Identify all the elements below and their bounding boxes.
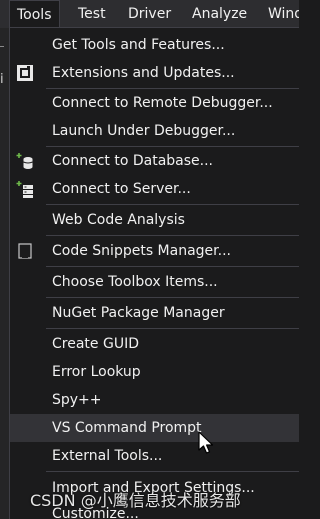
menu-item-label: VS Command Prompt [52,420,202,436]
menu-item-label: Create GUID [52,336,139,352]
mouse-pointer-icon [198,431,214,454]
menu-item-label: Connect to Database... [52,153,213,169]
menu-item-error-lookup[interactable]: Error Lookup [10,358,299,386]
menu-item-label: Code Snippets Manager... [52,243,231,259]
menu-tools[interactable]: Tools [9,0,60,28]
menu-item-label: Launch Under Debugger... [52,123,236,139]
editor-marker [0,46,4,47]
menu-item-label: Error Lookup [52,364,141,380]
menu-separator [46,204,299,205]
menu-item-label: Extensions and Updates... [52,65,235,81]
menu-item-label: Web Code Analysis [52,212,185,228]
menu-item-label: NuGet Package Manager [52,305,225,321]
extensions-icon [17,65,33,81]
menu-item-launch-debugger[interactable]: Launch Under Debugger... [10,117,299,145]
menu-item-label: Connect to Server... [52,181,191,197]
menu-window[interactable]: Windo [268,0,299,28]
menu-item-extensions[interactable]: Extensions and Updates... [10,59,299,87]
menu-separator [46,235,299,236]
server-connect-icon [16,181,33,198]
menu-item-label: Connect to Remote Debugger... [52,95,273,111]
menu-item-connect-database[interactable]: Connect to Database... [10,147,299,175]
csdn-watermark: CSDN @小鹰信息技术服务部 [30,491,241,510]
menu-separator [46,471,299,472]
snippets-icon [18,243,32,259]
menu-item-label: Spy++ [52,392,102,408]
editor-fragment-text: i [0,72,4,87]
menu-separator [46,297,299,298]
menu-item-label: External Tools... [52,448,163,464]
menu-item-connect-server[interactable]: Connect to Server... [10,175,299,203]
menu-item-get-tools[interactable]: Get Tools and Features... [10,31,299,59]
menu-item-label: Choose Toolbox Items... [52,274,218,290]
menu-item-choose-toolbox[interactable]: Choose Toolbox Items... [10,268,299,296]
menu-separator [46,328,299,329]
menu-separator [46,266,299,267]
menu-driver[interactable]: Driver [128,0,171,28]
menu-item-create-guid[interactable]: Create GUID [10,330,299,358]
menu-item-remote-debugger[interactable]: Connect to Remote Debugger... [10,89,299,117]
menu-item-code-snippets[interactable]: Code Snippets Manager... [10,237,299,265]
menu-analyze[interactable]: Analyze [192,0,247,28]
menu-item-vs-command-prompt[interactable]: VS Command Prompt [10,414,299,442]
vs-tools-menu-screen: Tools Test Driver Analyze Windo i Get To… [0,0,299,519]
menu-bar: Tools Test Driver Analyze Windo [0,0,299,28]
menu-test[interactable]: Test [78,0,106,28]
menu-item-spy[interactable]: Spy++ [10,386,299,414]
menu-item-nuget[interactable]: NuGet Package Manager [10,299,299,327]
menu-item-label: Get Tools and Features... [52,37,225,53]
tools-dropdown-menu: Get Tools and Features... Extensions and… [9,27,299,519]
database-connect-icon [16,153,33,169]
menu-item-web-code-analysis[interactable]: Web Code Analysis [10,206,299,234]
menu-item-external-tools[interactable]: External Tools... [10,442,299,470]
